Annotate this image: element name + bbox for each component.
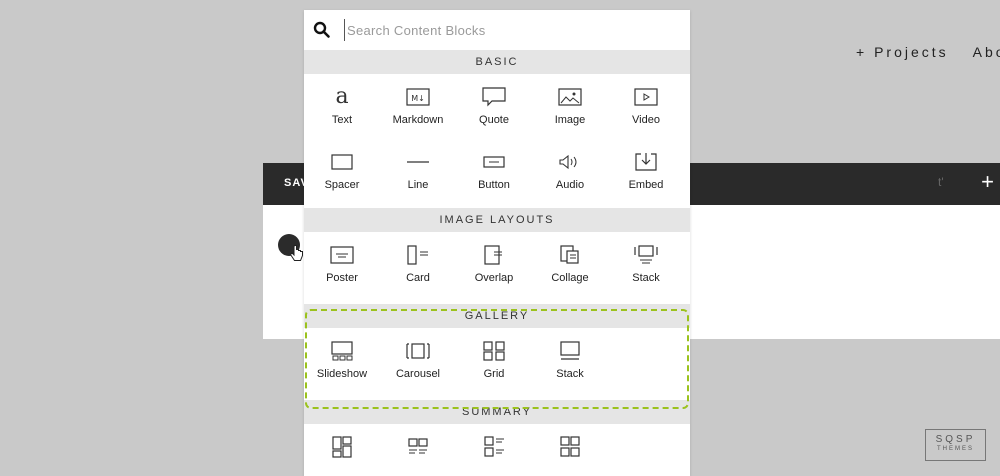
block-slideshow[interactable]: Slideshow (304, 328, 380, 393)
block-label: Card (406, 272, 430, 284)
block-label: Stack (632, 272, 660, 284)
block-label: Overlap (474, 272, 514, 284)
logo-line-1: SQSP (935, 434, 976, 445)
sqsp-themes-logo: SQSP THEMES (925, 429, 986, 461)
block-stack[interactable]: Stack (608, 232, 684, 297)
embed-icon (635, 153, 657, 171)
quote-icon (482, 87, 506, 107)
grid-icon (483, 341, 505, 361)
summary-list-icon (408, 438, 428, 454)
block-summary-grid[interactable] (456, 424, 532, 476)
block-video[interactable]: Video (608, 74, 684, 139)
button-icon (483, 156, 505, 168)
logo-line-2: THEMES (936, 446, 974, 452)
gallery-stack-icon (560, 341, 580, 360)
section-title-basic: BASIC (304, 50, 690, 74)
toolbar-faint-text: t' (938, 175, 944, 189)
search-icon (313, 21, 330, 38)
block-label: Markdown (392, 114, 444, 126)
summary-carousel-icon (560, 436, 580, 457)
block-label: Image (554, 114, 586, 126)
markdown-icon: M↓ (406, 88, 430, 106)
block-card[interactable]: Card (380, 232, 456, 297)
block-poster[interactable]: Poster (304, 232, 380, 297)
nav-about-link[interactable]: Abo (973, 44, 1000, 60)
nav-projects-link[interactable]: + Projects (856, 44, 949, 60)
block-quote[interactable]: Quote (456, 74, 532, 139)
block-label: Text (331, 114, 353, 126)
block-label: Spacer (324, 179, 360, 191)
overlap-icon (484, 245, 502, 265)
block-label: Embed (628, 179, 664, 191)
summary-wall-icon (332, 436, 352, 458)
block-grid[interactable]: Grid (456, 328, 532, 393)
block-overlap[interactable]: Overlap (456, 232, 532, 297)
block-collage[interactable]: Collage (532, 232, 608, 297)
svg-text:M↓: M↓ (411, 94, 425, 103)
block-label: Grid (483, 368, 505, 380)
block-label: Carousel (395, 368, 441, 380)
block-gallery-stack[interactable]: Stack (532, 328, 608, 393)
block-label: Slideshow (316, 368, 368, 380)
line-icon (407, 161, 429, 163)
spacer-icon (331, 154, 353, 170)
block-text[interactable]: a Text (304, 74, 380, 139)
block-label: Audio (555, 179, 585, 191)
block-line[interactable]: Line (380, 139, 456, 204)
block-label: Poster (326, 272, 358, 284)
image-layouts-section: IMAGE LAYOUTS Poster Card Overlap Collag… (304, 208, 690, 304)
block-markdown[interactable]: M↓ Markdown (380, 74, 456, 139)
block-carousel[interactable]: Carousel (380, 328, 456, 393)
card-icon (407, 245, 428, 265)
gallery-section: GALLERY Slideshow Carousel Grid Stack (304, 304, 690, 400)
block-spacer[interactable]: Spacer (304, 139, 380, 204)
block-label: Button (478, 179, 510, 191)
collage-icon (560, 245, 579, 264)
block-label: Video (632, 114, 660, 126)
block-label: Collage (551, 272, 589, 284)
block-button[interactable]: Button (456, 139, 532, 204)
block-embed[interactable]: Embed (608, 139, 684, 204)
block-summary-wall[interactable] (304, 424, 380, 476)
poster-icon (330, 246, 354, 264)
block-label: Quote (479, 114, 509, 126)
hand-cursor-icon (290, 245, 303, 261)
summary-grid-icon (484, 436, 504, 457)
site-nav: + Projects Abo (856, 44, 1000, 60)
carousel-icon (406, 343, 430, 359)
search-input[interactable] (344, 19, 664, 41)
section-title-gallery: GALLERY (304, 304, 690, 328)
stack-icon (634, 245, 658, 264)
block-label: Stack (556, 368, 584, 380)
block-summary-list[interactable] (380, 424, 456, 476)
block-image[interactable]: Image (532, 74, 608, 139)
add-button[interactable]: + (981, 171, 994, 193)
search-bar (304, 10, 690, 50)
block-audio[interactable]: Audio (532, 139, 608, 204)
audio-icon (559, 154, 577, 170)
basic-section: BASIC a Text M↓ Markdown Quote Image Vid… (304, 50, 690, 204)
summary-section: SUMMARY (304, 400, 690, 476)
block-summary-carousel[interactable] (532, 424, 608, 476)
block-label: Line (407, 179, 429, 191)
section-title-summary: SUMMARY (304, 400, 690, 424)
video-icon (634, 88, 658, 106)
content-block-picker: BASIC a Text M↓ Markdown Quote Image Vid… (304, 10, 690, 476)
image-icon (558, 88, 582, 106)
slideshow-icon (331, 341, 353, 361)
section-title-image-layouts: IMAGE LAYOUTS (304, 208, 690, 232)
text-icon: a (335, 84, 349, 109)
